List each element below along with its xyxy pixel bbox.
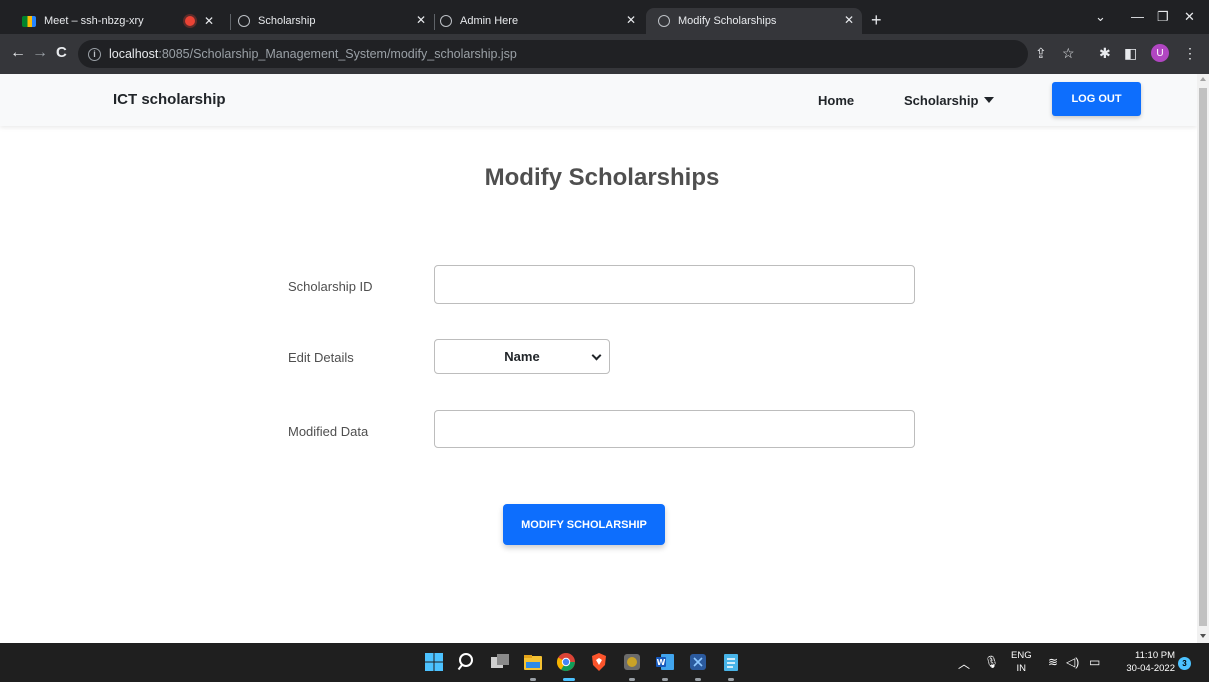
menu-kebab-icon[interactable]: ⋮ (1183, 45, 1197, 61)
browser-tab-strip: Meet – ssh-nbzg-xry ✕ Scholarship ✕ Admi… (0, 0, 1209, 34)
notepad-icon[interactable] (721, 652, 741, 672)
language-indicator[interactable]: ENG IN (1011, 649, 1032, 675)
forward-arrow-icon[interactable]: → (32, 44, 48, 62)
tab-separator (434, 14, 435, 30)
globe-icon (238, 15, 250, 27)
svg-text:W: W (657, 658, 666, 667)
clock[interactable]: 11:10 PM 30-04-2022 (1117, 649, 1175, 675)
bookmark-star-icon[interactable]: ☆ (1062, 45, 1075, 61)
snipping-tool-icon[interactable] (688, 652, 708, 672)
tab-modify-scholarships[interactable]: Modify Scholarships ✕ (646, 8, 862, 34)
clock-date: 30-04-2022 (1126, 663, 1175, 674)
caret-down-icon (984, 97, 995, 103)
clock-time: 11:10 PM (1135, 650, 1175, 661)
recording-icon (185, 16, 195, 26)
running-indicator (662, 678, 668, 681)
running-indicator (728, 678, 734, 681)
tab-title: Meet – ssh-nbzg-xry (44, 15, 144, 27)
extensions-puzzle-icon[interactable]: ✱ (1099, 45, 1111, 61)
globe-icon (440, 15, 452, 27)
active-indicator (563, 678, 575, 681)
tab-recording[interactable]: ✕ (185, 8, 225, 34)
globe-icon (658, 15, 670, 27)
app-icon[interactable] (622, 652, 642, 672)
tab-meet[interactable]: Meet – ssh-nbzg-xry (22, 8, 172, 34)
restore-button[interactable]: ❐ (1157, 9, 1169, 25)
brand-link[interactable]: ICT scholarship (113, 91, 226, 108)
nav-scholarship-dropdown[interactable]: Scholarship (904, 93, 995, 108)
edit-details-selected: Name (504, 349, 540, 364)
side-panel-icon[interactable]: ◧ (1124, 45, 1137, 61)
running-indicator (695, 678, 701, 681)
close-tab-icon[interactable]: ✕ (626, 13, 636, 27)
scholarship-id-label: Scholarship ID (288, 279, 373, 294)
tab-separator (230, 14, 231, 30)
reload-icon[interactable]: C (56, 44, 67, 62)
scroll-thumb[interactable] (1199, 88, 1207, 626)
show-hidden-icons-chevron-icon[interactable]: ︿ (958, 655, 970, 672)
tab-search-chevron-icon[interactable]: ⌄ (1095, 9, 1106, 25)
language-code: ENG (1011, 650, 1032, 661)
running-indicator (530, 678, 536, 681)
browser-toolbar: ← → C i localhost:8085/Scholarship_Manag… (0, 34, 1209, 74)
site-info-icon[interactable]: i (88, 47, 101, 61)
url-host: localhost (109, 47, 159, 61)
windows-taskbar: W ︿ 🎙︎ ENG IN ≋ ◁) ▭ 11:10 PM 30-04-2022… (0, 643, 1209, 682)
wifi-icon[interactable]: ≋ (1048, 655, 1058, 669)
tab-scholarship[interactable]: Scholarship ✕ (238, 8, 434, 34)
scroll-up-arrow-icon[interactable] (1200, 77, 1206, 81)
page-scrollbar[interactable] (1197, 74, 1209, 643)
close-tab-icon[interactable]: ✕ (204, 14, 214, 28)
search-icon[interactable] (457, 652, 477, 672)
scholarship-id-input[interactable] (434, 265, 915, 304)
site-navbar: ICT scholarship Home Scholarship LOG OUT (0, 74, 1197, 126)
word-icon[interactable]: W (655, 652, 675, 672)
url-path: :8085/Scholarship_Management_System/modi… (158, 47, 517, 61)
scroll-down-arrow-icon[interactable] (1200, 634, 1206, 638)
windows-start-icon[interactable] (424, 652, 444, 672)
logout-button[interactable]: LOG OUT (1052, 82, 1141, 116)
share-icon[interactable]: ⇪ (1035, 45, 1047, 61)
file-explorer-icon[interactable] (523, 652, 543, 672)
tab-title: Admin Here (460, 15, 519, 27)
region-code: IN (1016, 663, 1027, 674)
tab-admin[interactable]: Admin Here ✕ (440, 8, 644, 34)
modified-data-input[interactable] (434, 410, 915, 448)
battery-icon[interactable]: ▭ (1089, 655, 1100, 669)
brave-icon[interactable] (589, 652, 609, 672)
chrome-icon[interactable] (556, 652, 576, 672)
back-arrow-icon[interactable]: ← (10, 44, 26, 62)
task-view-icon[interactable] (490, 652, 510, 672)
nav-scholarship-label: Scholarship (904, 93, 979, 108)
edit-details-label: Edit Details (288, 350, 354, 365)
minimize-button[interactable]: — (1131, 9, 1144, 24)
google-meet-icon (22, 15, 36, 27)
window-close-button[interactable]: ✕ (1184, 9, 1195, 25)
running-indicator (629, 678, 635, 681)
nav-home-link[interactable]: Home (818, 93, 854, 108)
new-tab-button[interactable]: + (871, 11, 882, 29)
page-viewport: ICT scholarship Home Scholarship LOG OUT… (0, 74, 1197, 643)
notification-badge[interactable]: 3 (1178, 657, 1191, 670)
modify-scholarship-button[interactable]: MODIFY SCHOLARSHIP (503, 504, 665, 545)
close-tab-icon[interactable]: ✕ (416, 13, 426, 27)
tab-title: Modify Scholarships (678, 15, 777, 27)
page-title: Modify Scholarships (484, 164, 720, 191)
profile-avatar[interactable]: U (1151, 44, 1169, 62)
tab-title: Scholarship (258, 15, 316, 27)
chevron-down-icon (591, 350, 602, 361)
microphone-icon[interactable]: 🎙︎ (984, 655, 999, 669)
volume-icon[interactable]: ◁) (1066, 655, 1079, 669)
modified-data-label: Modified Data (288, 424, 369, 439)
close-tab-icon[interactable]: ✕ (844, 13, 854, 27)
address-bar[interactable]: i localhost:8085/Scholarship_Management_… (78, 40, 1028, 68)
edit-details-select[interactable]: Name (434, 339, 610, 374)
